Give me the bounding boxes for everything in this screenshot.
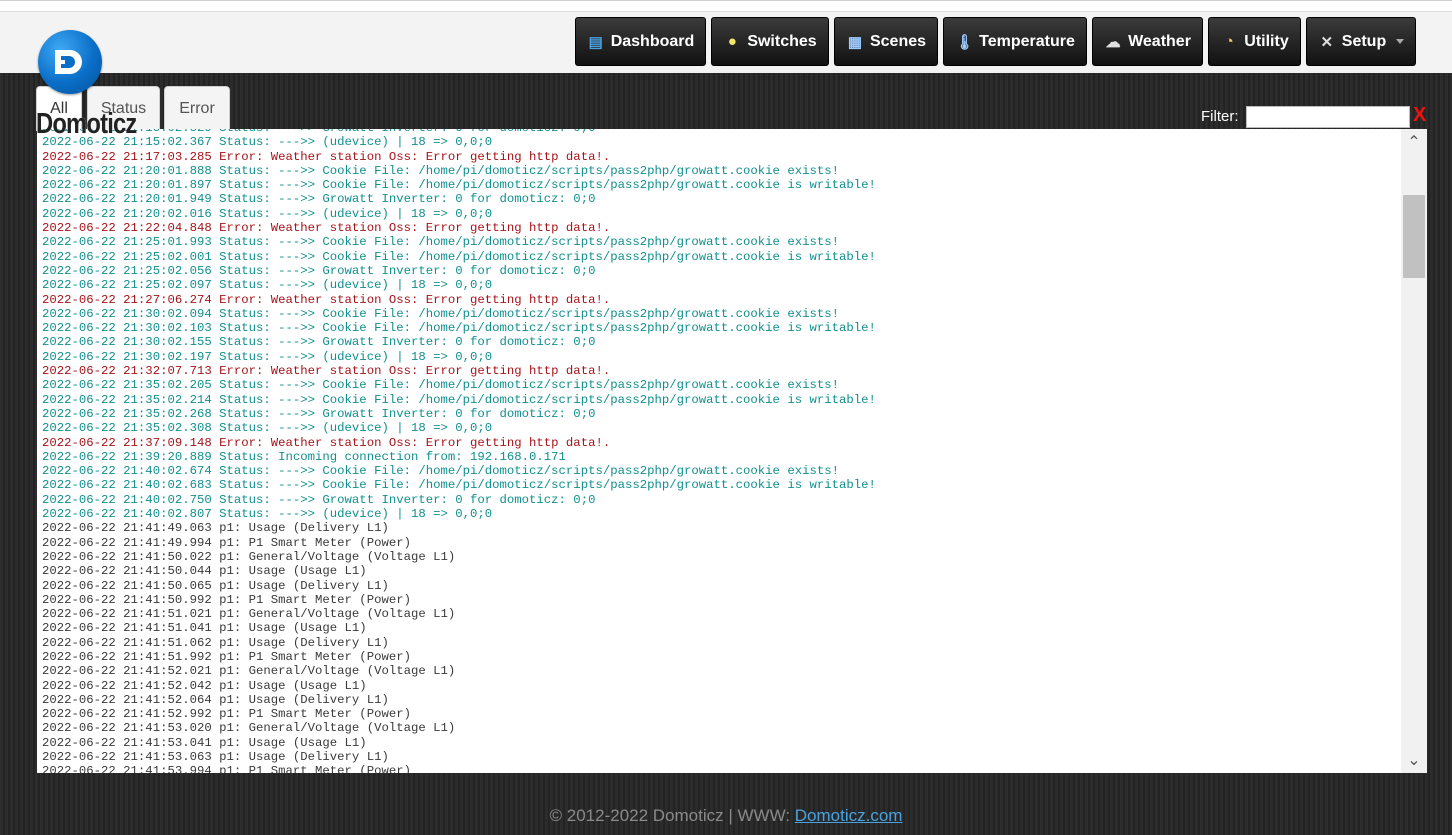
log-scrollbar[interactable]: ⌃ ⌄ <box>1401 129 1427 773</box>
nav-label: Switches <box>747 32 817 50</box>
gauge-icon: ◔ <box>1224 33 1234 50</box>
nav-dashboard-button[interactable]: ▤ Dashboard <box>575 17 706 66</box>
nav-label: Scenes <box>869 32 927 50</box>
log-line: 2022-06-22 21:35:02.214 Status: --->> Co… <box>42 392 876 407</box>
log-line: 2022-06-22 21:41:50.044 p1: Usage (Usage… <box>42 564 367 579</box>
nav-label: Temperature <box>979 32 1075 50</box>
log-line: 2022-06-22 21:37:09.148 Error: Weather s… <box>42 435 611 450</box>
chevron-up-icon[interactable]: ⌃ <box>1401 131 1427 155</box>
log-line: 2022-06-22 21:20:01.949 Status: --->> Gr… <box>42 192 596 207</box>
log-line: 2022-06-22 21:32:07.713 Error: Weather s… <box>42 364 611 379</box>
domoticz-link[interactable]: Domoticz.com <box>795 806 903 825</box>
log-line: 2022-06-22 21:41:50.992 p1: P1 Smart Met… <box>42 592 411 607</box>
lightbulb-icon: ● <box>727 33 737 50</box>
log-line: 2022-06-22 21:41:52.021 p1: General/Volt… <box>42 664 456 679</box>
filter-input[interactable] <box>1246 106 1410 128</box>
dashboard-icon: ▤ <box>588 33 603 51</box>
log-line: 2022-06-22 21:35:02.308 Status: --->> (u… <box>42 421 493 436</box>
log-line: 2022-06-22 21:41:51.062 p1: Usage (Deliv… <box>42 635 389 650</box>
log-line: 2022-06-22 21:20:01.888 Status: --->> Co… <box>42 163 839 178</box>
log-line: 2022-06-22 21:30:02.197 Status: --->> (u… <box>42 349 493 364</box>
log-line: 2022-06-22 21:17:03.285 Error: Weather s… <box>42 149 611 164</box>
log-line: 2022-06-22 21:41:52.042 p1: Usage (Usage… <box>42 678 367 693</box>
log-line: 2022-06-22 21:41:52.992 p1: P1 Smart Met… <box>42 707 411 722</box>
brand-name: Domoticz <box>36 108 137 140</box>
chevron-down-icon[interactable]: ⌄ <box>1401 749 1427 773</box>
nav-temperature-button[interactable]: 🌡︎ Temperature <box>943 17 1087 66</box>
log-line: 2022-06-22 21:27:06.274 Error: Weather s… <box>42 292 611 307</box>
nav-scenes-button[interactable]: ▦ Scenes <box>834 17 938 66</box>
log-lines: 2022-06-22 21:15:02.329 Status: --->> Gr… <box>42 129 876 773</box>
log-line: 2022-06-22 21:39:20.889 Status: Incoming… <box>42 449 566 464</box>
tab-error[interactable]: Error <box>164 86 230 130</box>
nav-label: Weather <box>1128 32 1191 50</box>
scroll-thumb[interactable] <box>1403 195 1425 278</box>
nav-label: Setup <box>1341 32 1387 50</box>
log-line: 2022-06-22 21:20:02.016 Status: --->> (u… <box>42 206 493 221</box>
top-bar: ▤ Dashboard ● Switches ▦ Scenes 🌡︎ Tempe… <box>0 0 1452 73</box>
log-line: 2022-06-22 21:41:49.063 p1: Usage (Deliv… <box>42 521 389 536</box>
log-line: 2022-06-22 21:22:04.848 Error: Weather s… <box>42 221 611 236</box>
log-line: 2022-06-22 21:41:51.992 p1: P1 Smart Met… <box>42 649 411 664</box>
log-line: 2022-06-22 21:41:53.041 p1: Usage (Usage… <box>42 735 367 750</box>
log-line: 2022-06-22 21:41:53.020 p1: General/Volt… <box>42 721 456 736</box>
log-line: 2022-06-22 21:25:01.993 Status: --->> Co… <box>42 235 839 250</box>
tools-icon: ✕ <box>1320 33 1334 51</box>
nav-utility-button[interactable]: ◔ Utility <box>1208 17 1301 66</box>
top-line <box>0 1 1452 12</box>
domoticz-logo-icon <box>38 30 102 94</box>
log-line: 2022-06-22 21:41:50.065 p1: Usage (Deliv… <box>42 578 389 593</box>
nav-label: Utility <box>1244 32 1289 50</box>
tab-label: Error <box>179 99 215 117</box>
log-panel[interactable]: 2022-06-22 21:15:02.329 Status: --->> Gr… <box>37 129 1427 773</box>
nav-switches-button[interactable]: ● Switches <box>711 17 829 66</box>
nav-weather-button[interactable]: ☁ Weather <box>1092 17 1203 66</box>
log-line: 2022-06-22 21:40:02.674 Status: --->> Co… <box>42 464 839 479</box>
log-line: 2022-06-22 21:40:02.683 Status: --->> Co… <box>42 478 876 493</box>
clapperboard-icon: ▦ <box>847 33 863 51</box>
log-line: 2022-06-22 21:35:02.268 Status: --->> Gr… <box>42 406 596 421</box>
clear-filter-icon[interactable]: X <box>1413 104 1426 127</box>
thermometer-icon: 🌡︎ <box>955 33 975 51</box>
log-line: 2022-06-22 21:41:51.021 p1: General/Volt… <box>42 607 456 622</box>
log-line: 2022-06-22 21:41:52.064 p1: Usage (Deliv… <box>42 692 389 707</box>
log-line: 2022-06-22 21:35:02.205 Status: --->> Co… <box>42 378 839 393</box>
log-line: 2022-06-22 21:25:02.056 Status: --->> Gr… <box>42 263 596 278</box>
cloud-icon: ☁ <box>1105 33 1121 51</box>
log-line: 2022-06-22 21:41:53.994 p1: P1 Smart Met… <box>42 764 411 773</box>
log-line: 2022-06-22 21:25:02.001 Status: --->> Co… <box>42 249 876 264</box>
log-line: 2022-06-22 21:41:50.022 p1: General/Volt… <box>42 549 456 564</box>
footer: © 2012-2022 Domoticz | WWW: Domoticz.com <box>0 806 1452 826</box>
log-line: 2022-06-22 21:30:02.094 Status: --->> Co… <box>42 306 839 321</box>
log-line: 2022-06-22 21:40:02.750 Status: --->> Gr… <box>42 492 596 507</box>
log-line: 2022-06-22 21:30:02.155 Status: --->> Gr… <box>42 335 596 350</box>
log-line: 2022-06-22 21:41:53.063 p1: Usage (Deliv… <box>42 750 389 765</box>
log-line: 2022-06-22 21:20:01.897 Status: --->> Co… <box>42 178 876 193</box>
log-line: 2022-06-22 21:30:02.103 Status: --->> Co… <box>42 321 876 336</box>
log-line: 2022-06-22 21:41:49.994 p1: P1 Smart Met… <box>42 535 411 550</box>
nav-setup-button[interactable]: ✕ Setup <box>1306 17 1416 66</box>
filter-label: Filter: <box>1201 108 1239 125</box>
log-line: 2022-06-22 21:41:51.041 p1: Usage (Usage… <box>42 621 367 636</box>
log-line: 2022-06-22 21:15:02.367 Status: --->> (u… <box>42 135 493 150</box>
log-line: 2022-06-22 21:40:02.807 Status: --->> (u… <box>42 507 493 522</box>
nav-label: Dashboard <box>610 32 695 50</box>
footer-text: © 2012-2022 Domoticz | WWW: <box>549 806 795 825</box>
log-line: 2022-06-22 21:25:02.097 Status: --->> (u… <box>42 278 493 293</box>
chevron-down-icon <box>1396 39 1405 44</box>
